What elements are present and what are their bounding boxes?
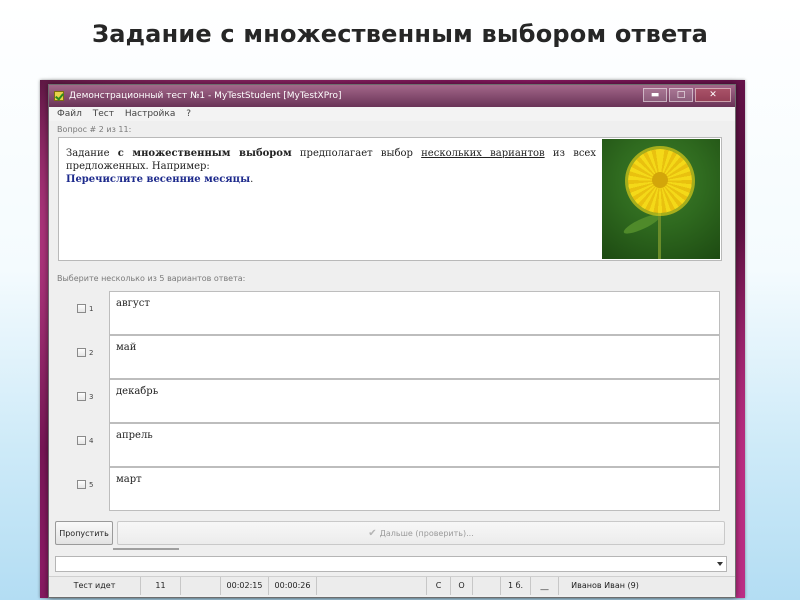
status-question-time: 00:00:26 bbox=[269, 577, 317, 595]
status-blank: __ bbox=[531, 577, 559, 595]
answer-row: 2 май bbox=[49, 335, 735, 379]
answer-row: 4 апрель bbox=[49, 423, 735, 467]
answer-checkbox-5[interactable] bbox=[77, 480, 86, 489]
menu-help[interactable]: ? bbox=[186, 107, 191, 121]
answer-row: 1 август bbox=[49, 291, 735, 335]
answer-text: август bbox=[116, 298, 150, 309]
answer-number: 4 bbox=[89, 436, 94, 445]
answer-option-4[interactable]: апрель bbox=[109, 423, 720, 467]
answer-checkbox-3[interactable] bbox=[77, 392, 86, 401]
answer-text: апрель bbox=[116, 430, 153, 441]
close-icon[interactable]: ✕ bbox=[695, 88, 731, 102]
question-text-part: предполагает выбор bbox=[291, 148, 422, 159]
action-bar: Пропустить ✔ Дальше (проверить)... bbox=[49, 519, 735, 547]
answer-number: 1 bbox=[89, 304, 94, 313]
answer-checkbox-wrap[interactable]: 4 bbox=[77, 436, 93, 445]
menu-file[interactable]: Файл bbox=[57, 107, 82, 121]
leaf-shape bbox=[621, 211, 663, 237]
question-prompt: Перечислите весенние месяцы bbox=[66, 174, 251, 185]
slide-title: Задание с множественным выбором ответа bbox=[91, 20, 709, 48]
question-number: Вопрос # 2 из 11: bbox=[57, 125, 132, 134]
question-text-part: . bbox=[250, 174, 254, 185]
answer-option-5[interactable]: март bbox=[109, 467, 720, 511]
maximize-icon[interactable]: □ bbox=[669, 88, 693, 102]
question-text-bold: с множественным выбором bbox=[117, 148, 292, 159]
menu-bar: Файл Тест Настройка ? bbox=[49, 107, 735, 121]
status-empty bbox=[181, 577, 221, 595]
next-button-label: Дальше (проверить)... bbox=[379, 529, 474, 538]
stem-shape bbox=[658, 209, 661, 259]
question-text-part: Задание bbox=[66, 148, 118, 159]
answer-number: 5 bbox=[89, 480, 94, 489]
dandelion-photo bbox=[602, 139, 720, 259]
answer-checkbox-wrap[interactable]: 3 bbox=[77, 392, 93, 401]
answer-option-2[interactable]: май bbox=[109, 335, 720, 379]
answer-checkbox-4[interactable] bbox=[77, 436, 86, 445]
skip-button[interactable]: Пропустить bbox=[55, 521, 113, 545]
chevron-down-icon[interactable] bbox=[717, 562, 723, 566]
answer-number: 3 bbox=[89, 392, 94, 401]
status-bar: Тест идет 11 00:02:15 00:00:26 С О 1 б. … bbox=[49, 576, 735, 595]
menu-settings[interactable]: Настройка bbox=[125, 107, 176, 121]
status-user: Иванов Иван (9) bbox=[571, 581, 639, 590]
status-elapsed: 00:02:15 bbox=[221, 577, 269, 595]
question-text-underline: нескольких вариантов bbox=[421, 148, 545, 159]
navigation-combo[interactable] bbox=[55, 556, 727, 572]
answer-row: 3 декабрь bbox=[49, 379, 735, 423]
question-text: Задание с множественным выбором предпола… bbox=[66, 147, 596, 186]
answer-text: май bbox=[116, 342, 137, 353]
title-bar[interactable]: Демонстрационный тест №1 - MyTestStudent… bbox=[49, 85, 735, 107]
answer-checkbox-1[interactable] bbox=[77, 304, 86, 313]
answer-number: 2 bbox=[89, 348, 94, 357]
window-title: Демонстрационный тест №1 - MyTestStudent… bbox=[69, 91, 342, 101]
minimize-icon[interactable]: ▬ bbox=[643, 88, 667, 102]
answer-option-3[interactable]: декабрь bbox=[109, 379, 720, 423]
status-empty bbox=[317, 577, 427, 595]
status-score: 1 б. bbox=[501, 577, 531, 595]
window-controls: ▬ □ ✕ bbox=[643, 88, 731, 102]
answer-hint: Выберите несколько из 5 вариантов ответа… bbox=[57, 274, 246, 283]
answer-text: декабрь bbox=[116, 386, 159, 397]
question-panel: Задание с множественным выбором предпола… bbox=[58, 137, 722, 261]
status-empty bbox=[473, 577, 501, 595]
answer-checkbox-wrap[interactable]: 1 bbox=[77, 304, 93, 313]
answer-checkbox-wrap[interactable]: 5 bbox=[77, 480, 93, 489]
answer-checkbox-wrap[interactable]: 2 bbox=[77, 348, 93, 357]
answer-option-1[interactable]: август bbox=[109, 291, 720, 335]
app-icon bbox=[54, 91, 64, 101]
menu-test[interactable]: Тест bbox=[93, 107, 114, 121]
status-o: О bbox=[451, 577, 473, 595]
progress-indicator bbox=[113, 548, 179, 550]
checkmark-icon: ✔ bbox=[368, 528, 377, 539]
status-question-count: 11 bbox=[141, 577, 181, 595]
flower-center-shape bbox=[652, 172, 668, 188]
app-window: Демонстрационный тест №1 - MyTestStudent… bbox=[48, 84, 736, 598]
answer-checkbox-2[interactable] bbox=[77, 348, 86, 357]
answer-text: март bbox=[116, 474, 142, 485]
status-state: Тест идет bbox=[49, 577, 141, 595]
status-c: С bbox=[427, 577, 451, 595]
next-button[interactable]: ✔ Дальше (проверить)... bbox=[117, 521, 725, 545]
answer-row: 5 март bbox=[49, 467, 735, 511]
